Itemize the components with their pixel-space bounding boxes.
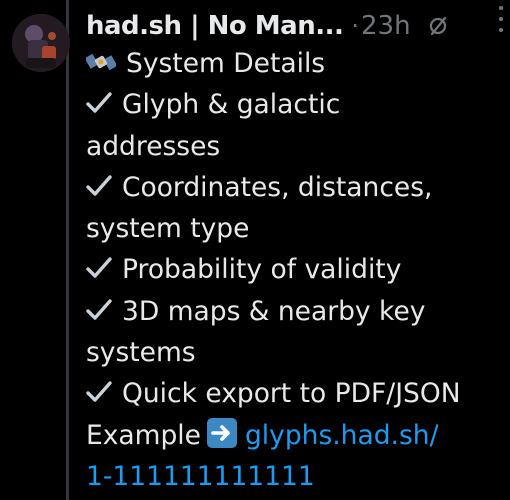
example-link-line: 1-111111111111 — [86, 456, 502, 497]
list-item-continued: systems — [86, 337, 196, 369]
list-item-text: Coordinates, distances, — [122, 171, 433, 203]
list-item: Quick export to PDF/JSON — [86, 373, 502, 414]
tweet-body: System Details Glyph & galactic addresse… — [84, 43, 502, 497]
display-name[interactable]: had.sh | No Man... — [86, 11, 344, 41]
more-options-icon[interactable] — [494, 6, 508, 32]
check-mark-icon — [86, 86, 112, 113]
example-label: Example — [86, 419, 201, 451]
timestamp[interactable]: 23h — [361, 11, 411, 41]
check-mark-icon — [86, 251, 112, 279]
separator-dot: · — [351, 12, 360, 40]
avatar-image — [12, 14, 70, 72]
satellite-icon — [84, 46, 118, 72]
example-link-continued[interactable]: 1-111111111111 — [86, 461, 315, 492]
avatar[interactable] — [12, 14, 70, 72]
check-mark-icon — [86, 293, 112, 320]
thread-line — [66, 0, 69, 500]
check-mark-icon — [86, 375, 112, 403]
list-item-continued: addresses — [86, 130, 221, 162]
list-item-text: Probability of validity — [122, 254, 402, 286]
tweet-header: had.sh | No Man... · 23h — [86, 8, 498, 44]
right-arrow-icon — [206, 417, 237, 448]
edit-indicator-icon — [425, 13, 451, 39]
check-mark-icon — [86, 169, 112, 196]
example-link[interactable]: glyphs.had.sh/ — [245, 420, 439, 451]
list-item-text: Quick export to PDF/JSON — [122, 378, 461, 410]
list-item: Glyph & galactic — [86, 84, 502, 125]
list-item-text: 3D maps & nearby key — [122, 295, 426, 327]
list-item-text: Glyph & galactic — [122, 89, 341, 121]
heading-line: System Details — [84, 43, 502, 84]
example-line: Example glyphs.had.sh/ — [86, 415, 502, 456]
list-item: Probability of validity — [86, 249, 502, 290]
list-item: Coordinates, distances, — [86, 167, 502, 208]
heading-text: System Details — [126, 48, 326, 79]
list-item: 3D maps & nearby key — [86, 291, 502, 332]
list-item-continued: system type — [86, 213, 250, 245]
